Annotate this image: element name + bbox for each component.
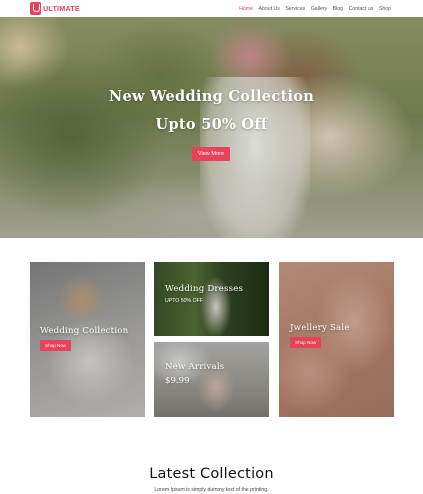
wedding-collection-title: Wedding Collection [40,326,129,336]
hero-banner: New Wedding Collection Upto 50% Off View… [0,17,423,238]
nav-item-shop[interactable]: Shop [379,6,391,12]
wedding-collection-shop-button[interactable]: Shop Now [40,340,72,351]
new-arrivals-price: $9.99 [165,376,190,386]
hero-subtitle: Upto 50% Off [155,116,268,133]
wedding-dresses-discount: UPTO 50% OFF [165,298,203,304]
nav-item-blog[interactable]: Blog [333,6,343,12]
jewellery-sale-card[interactable]: Jwellery Sale Shop Now [279,262,394,417]
wedding-dresses-card[interactable]: Wedding Dresses UPTO 50% OFF [154,262,269,336]
brand-logo[interactable]: ULTIMATE [30,2,80,15]
jewellery-sale-title: Jwellery Sale [290,323,350,333]
nav-item-about-us[interactable]: About Us [258,6,279,12]
nav-item-home[interactable]: Home [239,6,253,12]
nav-item-contact-us[interactable]: Contact us [349,6,374,12]
latest-collection-heading: Latest Collection [149,466,274,482]
main-menu: Home About Us Services Gallery Blog Cont… [239,0,391,17]
brand-name: ULTIMATE [43,4,80,13]
top-navbar: ULTIMATE Home About Us Services Gallery … [0,0,423,17]
nav-item-gallery[interactable]: Gallery [311,6,327,12]
wedding-dresses-title: Wedding Dresses [165,284,244,294]
new-arrivals-card[interactable]: New Arrivals $9.99 [154,342,269,417]
new-arrivals-title: New Arrivals [165,362,225,372]
wedding-collection-card[interactable]: Wedding Collection Shop Now [30,262,145,417]
hero-title: New Wedding Collection [108,88,315,105]
nav-item-services[interactable]: Services [285,6,305,12]
jewellery-sale-shop-button[interactable]: Shop Now [290,337,322,348]
logo-icon [30,2,41,15]
latest-collection-description: Lorem Ipsum is simply dummy text of the … [154,487,269,493]
view-more-button[interactable]: View More [192,147,230,161]
